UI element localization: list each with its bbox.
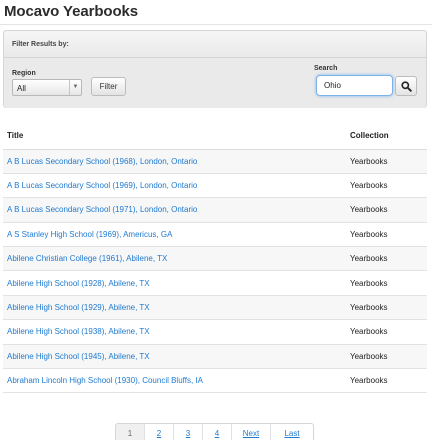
table-header-row: Title Collection [3, 131, 427, 150]
table-row: Abilene High School (1928), Abilene, TX … [3, 270, 427, 296]
filter-button[interactable]: Filter [91, 77, 126, 96]
table-row: Abilene High School (1938), Abilene, TX … [3, 319, 427, 345]
column-header-collection: Collection [346, 131, 427, 150]
table-row: A S Stanley High School (1969), Americus… [3, 222, 427, 248]
result-title-link[interactable]: Abilene High School (1929), Abilene, TX [7, 303, 150, 312]
result-collection: Yearbooks [346, 295, 427, 321]
result-collection: Yearbooks [346, 197, 427, 223]
result-collection: Yearbooks [346, 270, 427, 296]
result-title-link[interactable]: Abilene Christian College (1961), Abilen… [7, 254, 167, 263]
result-collection: Yearbooks [346, 222, 427, 248]
page-link-4[interactable]: 4 [202, 424, 231, 440]
next-page-link[interactable]: Next [231, 424, 270, 440]
result-title-link[interactable]: Abraham Lincoln High School (1930), Coun… [7, 376, 203, 385]
region-select[interactable]: All ▼ [12, 79, 82, 96]
result-title-link[interactable]: A B Lucas Secondary School (1969), Londo… [7, 181, 197, 190]
region-select-value: All [17, 84, 26, 93]
region-label: Region [12, 70, 36, 77]
result-title-link[interactable]: Abilene High School (1928), Abilene, TX [7, 279, 150, 288]
title-divider [0, 24, 432, 25]
result-collection: Yearbooks [346, 173, 427, 199]
page-link-2[interactable]: 2 [144, 424, 173, 440]
result-title-link[interactable]: Abilene High School (1938), Abilene, TX [7, 327, 150, 336]
result-title-link[interactable]: A B Lucas Secondary School (1971), Londo… [7, 205, 197, 214]
filter-body: Region All ▼ Filter Search [4, 58, 426, 108]
search-icon [401, 81, 412, 92]
result-title-link[interactable]: Abilene High School (1945), Abilene, TX [7, 352, 150, 361]
result-collection: Yearbooks [346, 319, 427, 345]
table-row: A B Lucas Secondary School (1969), Londo… [3, 173, 427, 199]
page-link-3[interactable]: 3 [173, 424, 202, 440]
last-page-link[interactable]: Last [270, 424, 313, 440]
table-row: Abilene Christian College (1961), Abilen… [3, 246, 427, 272]
search-input[interactable] [316, 75, 393, 96]
result-collection: Yearbooks [346, 368, 427, 394]
result-collection: Yearbooks [346, 344, 427, 370]
filter-panel: Filter Results by: Region All ▼ Filter S… [3, 30, 427, 108]
column-header-title: Title [3, 131, 346, 150]
pagination: 1 2 3 4 Next Last [115, 423, 314, 440]
page-current: 1 [116, 424, 144, 440]
table-row: A B Lucas Secondary School (1971), Londo… [3, 197, 427, 223]
results-table: Title Collection A B Lucas Secondary Sch… [3, 131, 427, 394]
table-row: Abilene High School (1929), Abilene, TX … [3, 295, 427, 321]
table-row: Abraham Lincoln High School (1930), Coun… [3, 368, 427, 394]
page-title: Mocavo Yearbooks [4, 3, 139, 20]
search-button[interactable] [395, 76, 417, 96]
filter-heading: Filter Results by: [4, 31, 426, 58]
result-collection: Yearbooks [346, 149, 427, 174]
chevron-down-icon: ▼ [69, 80, 81, 95]
table-row: Abilene High School (1945), Abilene, TX … [3, 344, 427, 370]
result-title-link[interactable]: A S Stanley High School (1969), Americus… [7, 230, 172, 239]
result-collection: Yearbooks [346, 246, 427, 272]
table-row: A B Lucas Secondary School (1968), Londo… [3, 149, 427, 174]
result-title-link[interactable]: A B Lucas Secondary School (1968), Londo… [7, 157, 197, 166]
search-label: Search [314, 65, 338, 72]
